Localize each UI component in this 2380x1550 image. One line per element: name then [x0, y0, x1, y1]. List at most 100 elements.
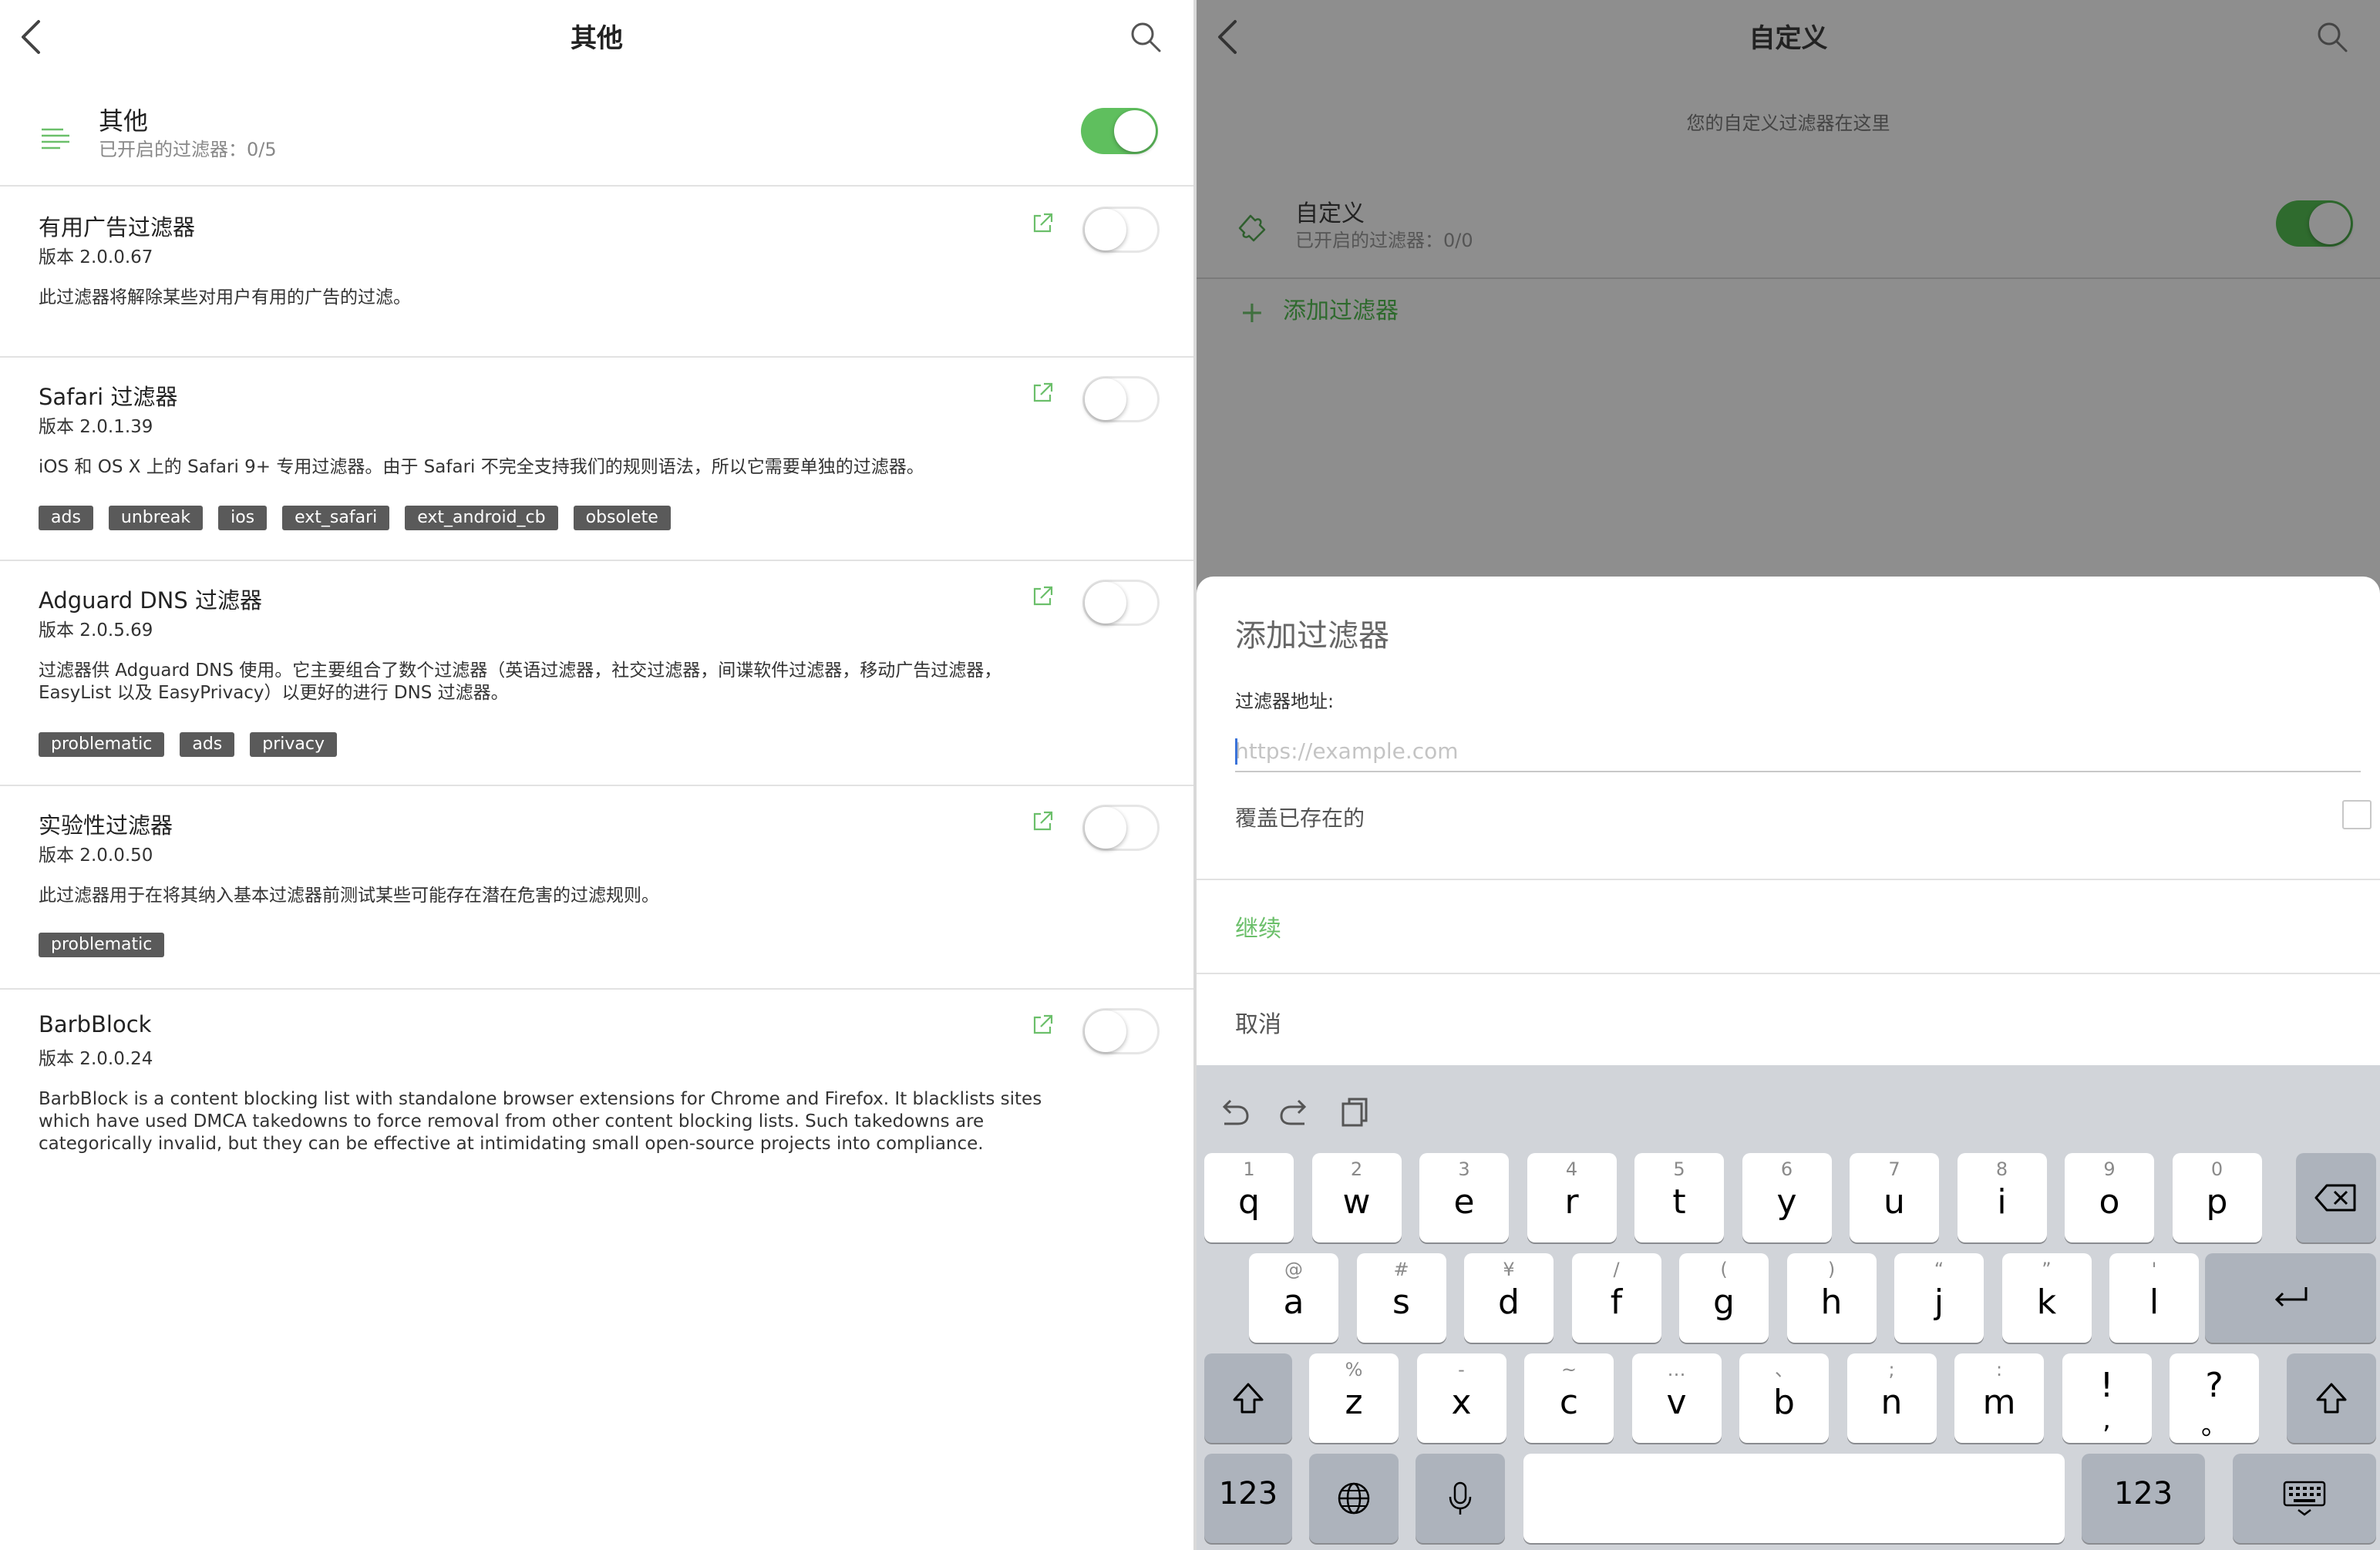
right-navbar: 自定义 — [1197, 0, 2380, 77]
key-hint: @ — [1284, 1259, 1303, 1280]
key-h[interactable]: ) h — [1786, 1253, 1877, 1343]
return-key[interactable] — [2205, 1253, 2376, 1343]
microphone-icon — [1449, 1481, 1472, 1515]
sheet-divider — [1197, 973, 2380, 974]
key-c[interactable]: ~ c — [1524, 1353, 1614, 1443]
group-toggle[interactable] — [1081, 108, 1158, 154]
filter-tags: problematic — [39, 933, 165, 957]
paste-icon[interactable] — [1335, 1093, 1372, 1130]
filter-toggle[interactable] — [1082, 580, 1160, 626]
external-link-icon[interactable] — [1030, 809, 1055, 834]
custom-subtitle: 您的自定义过滤器在这里 — [1686, 113, 1890, 134]
filter-version: 版本 2.0.0.67 — [39, 247, 153, 267]
add-filter-button[interactable]: + 添加过滤器 — [1240, 291, 1399, 329]
key-e[interactable]: 3e — [1419, 1153, 1509, 1242]
filter-description: 此过滤器用于在将其纳入基本过滤器前测试某些可能存在潜在危害的过滤规则。 — [39, 886, 659, 906]
key-u[interactable]: 7u — [1850, 1153, 1939, 1242]
key-k[interactable]: ” k — [2001, 1253, 2092, 1343]
plus-icon: + — [1240, 294, 1264, 329]
filter-tag: ads — [180, 732, 235, 757]
key-hint: ; — [1888, 1359, 1895, 1380]
key-question[interactable]: ?。 — [2170, 1353, 2259, 1443]
filter-row: Safari 过滤器 版本 2.0.1.39 iOS 和 OS X 上的 Saf… — [0, 358, 1193, 561]
key-hint: 9 — [2103, 1158, 2116, 1180]
key-hint: ( — [1720, 1259, 1728, 1280]
key-s[interactable]: # s — [1356, 1253, 1446, 1343]
shift-key-left[interactable] — [1204, 1353, 1292, 1443]
overwrite-checkbox[interactable] — [2342, 800, 2372, 829]
key-r[interactable]: 4r — [1527, 1153, 1617, 1242]
key-i[interactable]: 8i — [1957, 1153, 2047, 1242]
search-icon[interactable] — [2315, 20, 2349, 54]
key-hint: 8 — [1995, 1158, 2008, 1180]
key-label: e — [1453, 1182, 1475, 1222]
key-label: 123 — [2113, 1476, 2173, 1511]
numbers-key-left[interactable]: 123 — [1204, 1454, 1292, 1543]
key-m[interactable]: :m — [1954, 1353, 2044, 1443]
key-label: u — [1883, 1182, 1905, 1222]
custom-filters-panel: 自定义 您的自定义过滤器在这里 自定义 已开启的过滤器：0/0 + 添加过滤器 添… — [1197, 0, 2380, 1550]
redo-icon[interactable] — [1277, 1093, 1314, 1130]
cancel-button[interactable]: 取消 — [1235, 1005, 1281, 1039]
page-title: 自定义 — [1749, 23, 1828, 54]
key-exclaim[interactable]: !, — [2062, 1353, 2152, 1443]
filter-title: BarbBlock — [39, 1011, 152, 1037]
external-link-icon[interactable] — [1030, 584, 1055, 609]
key-v[interactable]: … v — [1631, 1353, 1722, 1443]
shift-key-right[interactable] — [2287, 1353, 2376, 1443]
custom-group-toggle[interactable] — [2276, 200, 2353, 247]
filter-toggle[interactable] — [1082, 376, 1160, 422]
key-y[interactable]: 6y — [1742, 1153, 1832, 1242]
key-g[interactable]: (g — [1679, 1253, 1769, 1343]
dismiss-keyboard-key[interactable] — [2233, 1454, 2376, 1543]
external-link-icon[interactable] — [1030, 381, 1055, 405]
space-key[interactable] — [1523, 1454, 2065, 1543]
custom-group-title: 自定义 — [1295, 200, 1365, 227]
numbers-key-right[interactable]: 123 — [2082, 1454, 2205, 1543]
key-label: t — [1672, 1182, 1686, 1222]
external-link-icon[interactable] — [1030, 211, 1055, 236]
key-p[interactable]: 0p — [2172, 1153, 2262, 1242]
key-hint: # — [1393, 1259, 1409, 1280]
key-z[interactable]: % z — [1309, 1353, 1399, 1443]
key-hint: 、 — [1775, 1359, 1793, 1380]
key-hint: ¥ — [1503, 1259, 1515, 1280]
key-b[interactable]: 、 b — [1739, 1353, 1829, 1443]
key-label: q — [1238, 1182, 1260, 1222]
external-link-icon[interactable] — [1030, 1013, 1055, 1037]
keyboard-dismiss-icon — [2283, 1481, 2326, 1516]
filter-toggle[interactable] — [1082, 805, 1160, 851]
key-f[interactable]: / f — [1571, 1253, 1661, 1343]
url-field-label: 过滤器地址: — [1235, 691, 1335, 712]
key-j[interactable]: “j — [1894, 1253, 1984, 1343]
key-d[interactable]: ¥ d — [1464, 1253, 1554, 1343]
key-hint: 1 — [1243, 1158, 1255, 1180]
search-icon[interactable] — [1129, 20, 1163, 54]
key-hint: 6 — [1780, 1158, 1793, 1180]
filter-description: 过滤器供 Adguard DNS 使用。它主要组合了数个过滤器（英语过滤器，社交… — [39, 661, 1002, 703]
filter-description: iOS 和 OS X 上的 Safari 9+ 专用过滤器。由于 Safari … — [39, 457, 924, 477]
key-label: 123 — [1218, 1476, 1278, 1511]
filter-toggle[interactable] — [1082, 207, 1160, 253]
continue-button[interactable]: 继续 — [1235, 909, 1281, 943]
backspace-key[interactable] — [2296, 1153, 2376, 1242]
key-n[interactable]: ; n — [1846, 1353, 1937, 1443]
group-header: 其他 已开启的过滤器：0/5 — [0, 92, 1193, 187]
globe-key[interactable] — [1309, 1454, 1399, 1543]
key-hint: 2 — [1350, 1158, 1363, 1180]
key-x[interactable]: -x — [1416, 1353, 1506, 1443]
key-o[interactable]: 9o — [2065, 1153, 2154, 1242]
filter-url-input[interactable] — [1235, 731, 2361, 772]
filter-toggle[interactable] — [1082, 1008, 1160, 1054]
key-w[interactable]: 2w — [1311, 1153, 1402, 1242]
key-t[interactable]: 5t — [1634, 1153, 1724, 1242]
filter-version: 版本 2.0.0.50 — [39, 846, 153, 866]
key-hint: … — [1667, 1359, 1686, 1380]
key-q[interactable]: 1q — [1204, 1153, 1294, 1242]
dictation-key[interactable] — [1416, 1454, 1505, 1543]
key-a[interactable]: @ a — [1249, 1253, 1338, 1343]
list-lines-icon — [42, 128, 69, 150]
key-l[interactable]: ' l — [2109, 1253, 2199, 1343]
key-label: ! — [2099, 1366, 2114, 1405]
undo-icon[interactable] — [1215, 1093, 1252, 1130]
